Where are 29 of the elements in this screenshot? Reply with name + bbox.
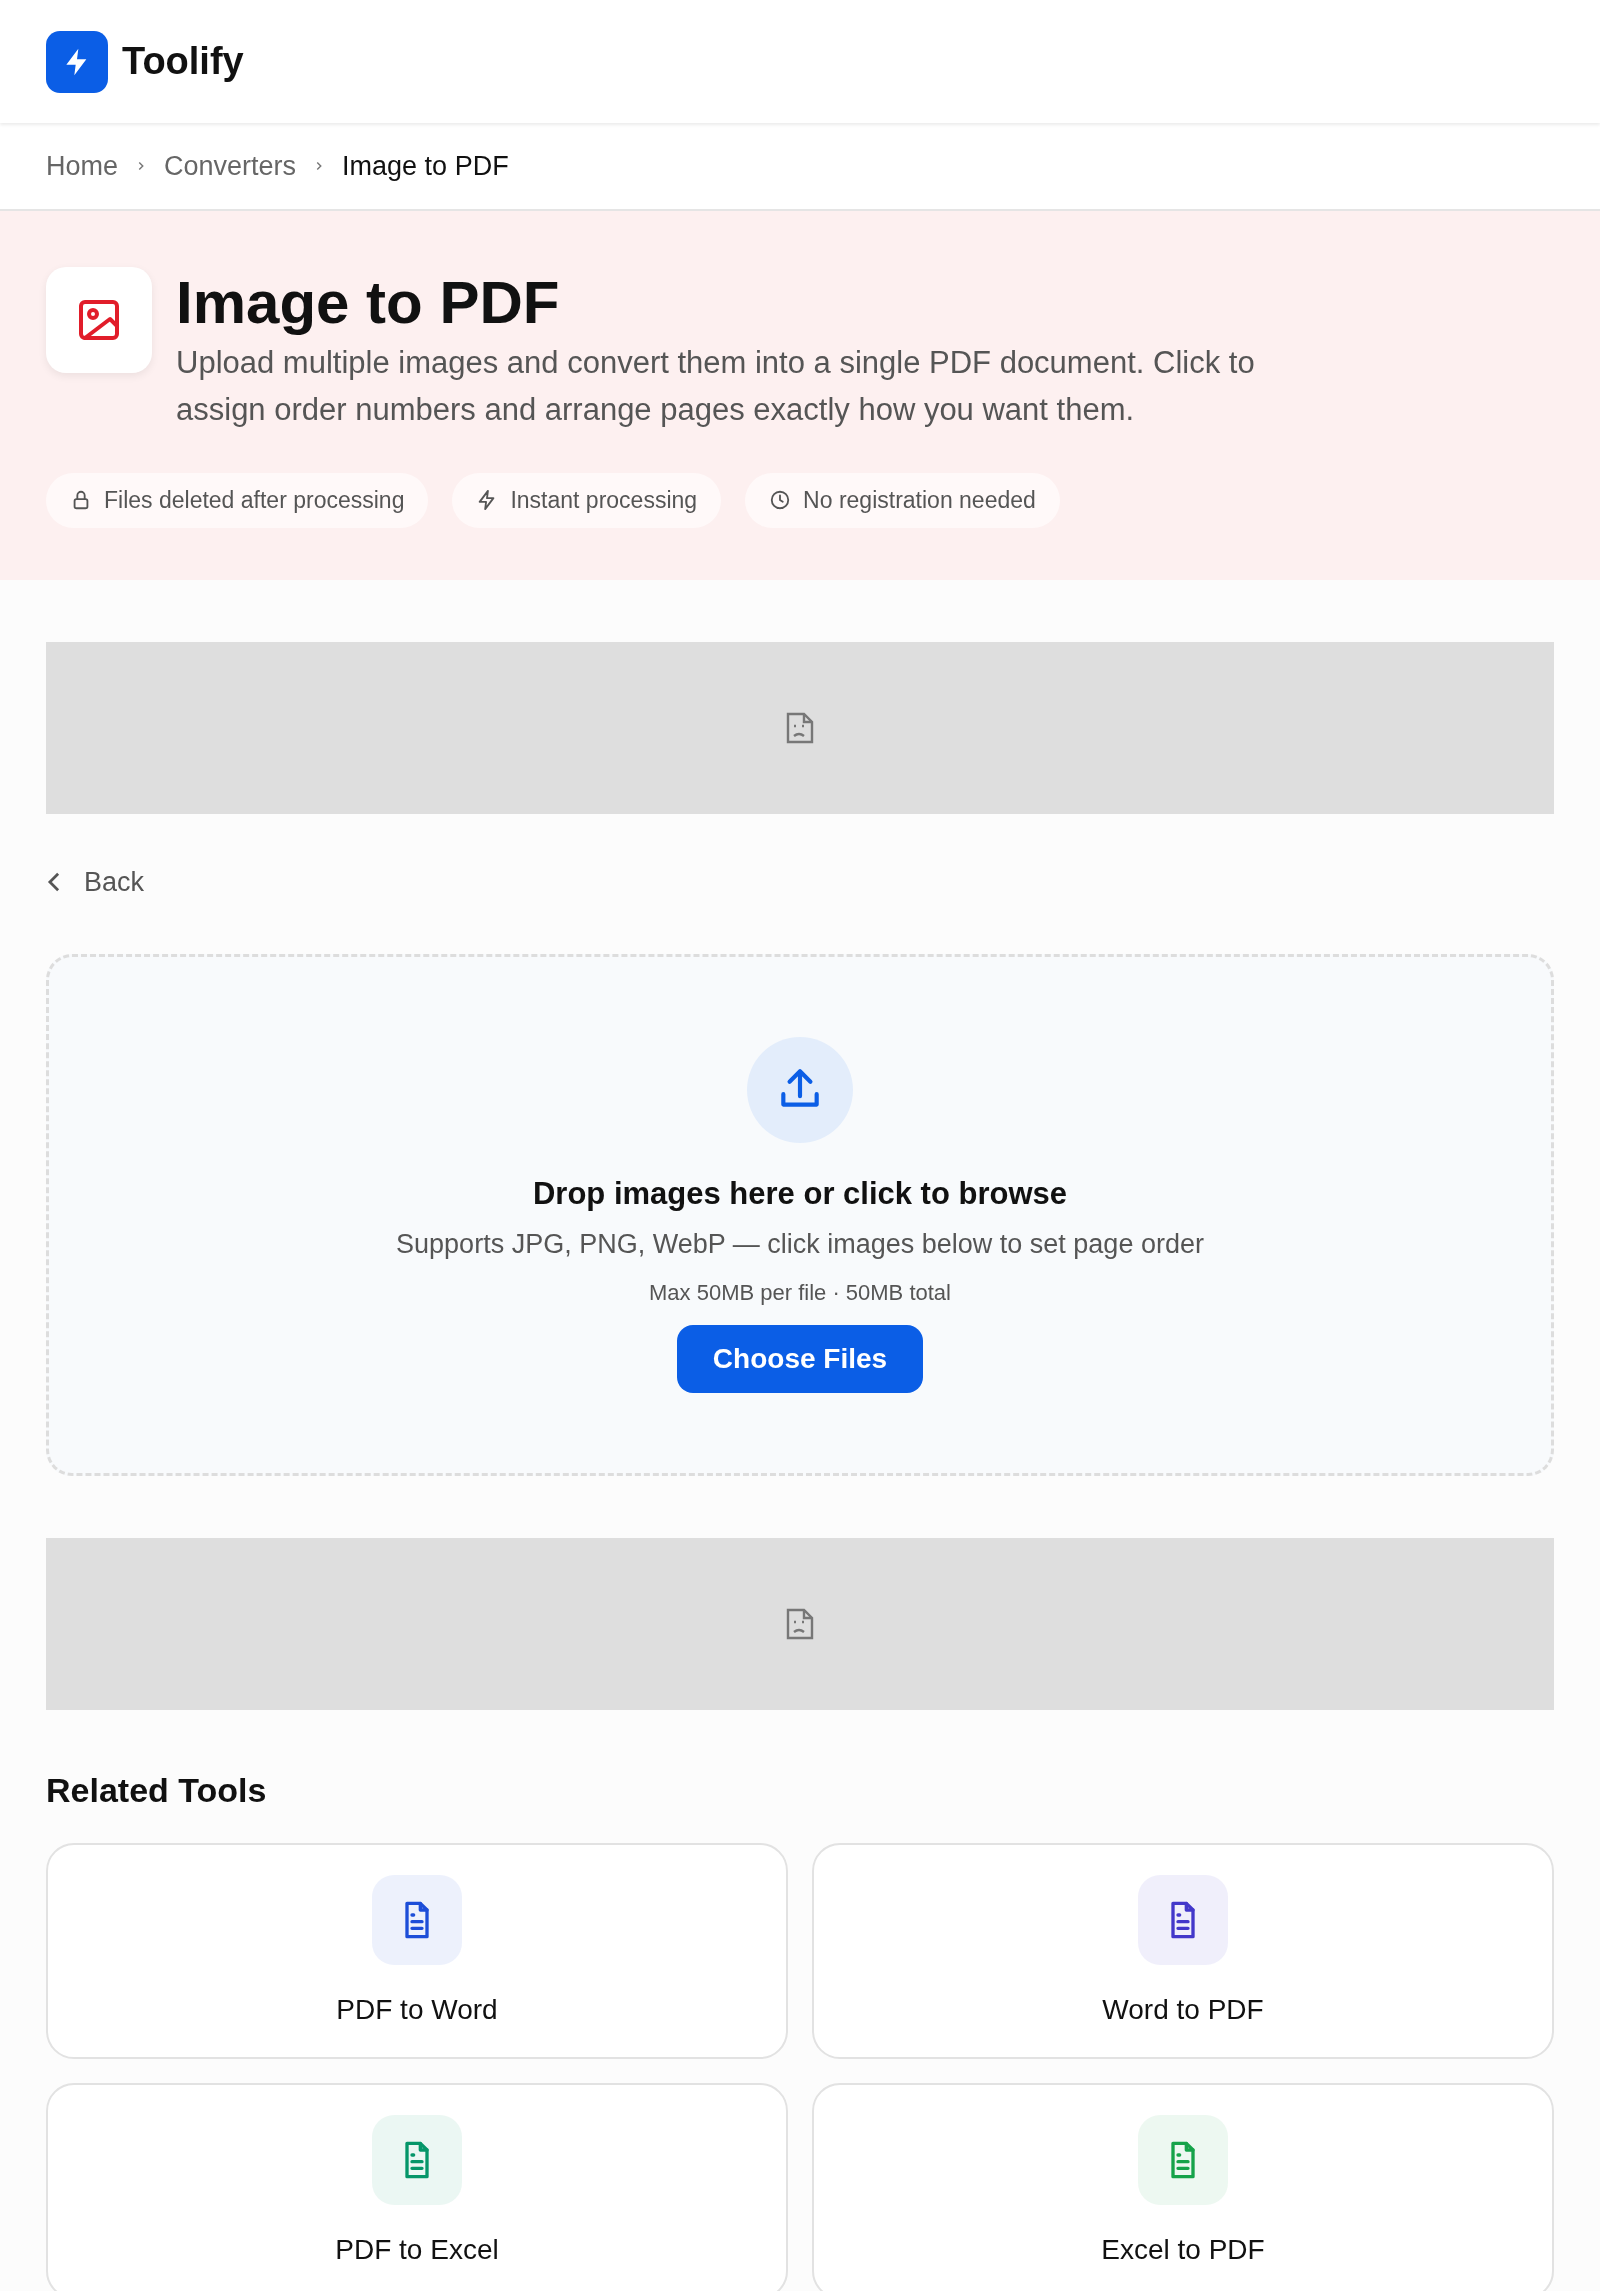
choose-files-button[interactable]: Choose Files — [676, 1325, 924, 1393]
broken-image-icon — [786, 711, 814, 744]
tool-name: Excel to PDF — [1101, 2232, 1265, 2267]
tool-name: Word to PDF — [1102, 1992, 1264, 2027]
page-description: Upload multiple images and convert them into a single PDF document. Click to assign order numbers and arrange pages exactly how you want them. — [176, 344, 1256, 429]
feature-label: Files deleted after processing — [104, 486, 405, 515]
drop-title: Drop images here or click to browse — [532, 1175, 1068, 1213]
breadcrumb-link[interactable]: Converters — [164, 145, 297, 187]
tool-card[interactable]: Excel to PDF — [812, 2082, 1554, 2291]
section-heading: Related Tools — [46, 1770, 268, 1811]
page-title: Image to PDF — [176, 271, 561, 334]
chevron-left-icon — [46, 870, 62, 893]
tool-name: PDF to Excel — [335, 2232, 499, 2267]
brand-name[interactable]: Toolify — [122, 33, 244, 90]
tool-card[interactable]: PDF to Word — [46, 1842, 788, 2059]
broken-image-icon — [786, 1608, 814, 1640]
breadcrumb-link[interactable]: Home — [46, 145, 119, 187]
feature-label: No registration needed — [803, 486, 1036, 515]
tool-card[interactable]: Word to PDF — [812, 1842, 1554, 2059]
clock-icon — [769, 489, 792, 512]
drop-subtitle: Supports JPG, PNG, WebP — click images below to set page order — [396, 1227, 1204, 1261]
drop-zone[interactable]: Drop images here or click to browse Supports JPG, PNG, WebP — click images below to set page order Max 50MB per file · 50MB total Choose Files — [46, 954, 1554, 1476]
back-link[interactable]: Back — [46, 861, 145, 902]
tool-card[interactable]: PDF to Excel — [46, 2082, 788, 2291]
size-limits: Max 50MB per file · 50MB total — [649, 1279, 951, 1307]
feature-label: Instant processing — [510, 486, 698, 515]
logo-icon — [46, 30, 108, 93]
image-icon — [46, 267, 152, 373]
tool-name: PDF to Word — [336, 1992, 498, 2027]
